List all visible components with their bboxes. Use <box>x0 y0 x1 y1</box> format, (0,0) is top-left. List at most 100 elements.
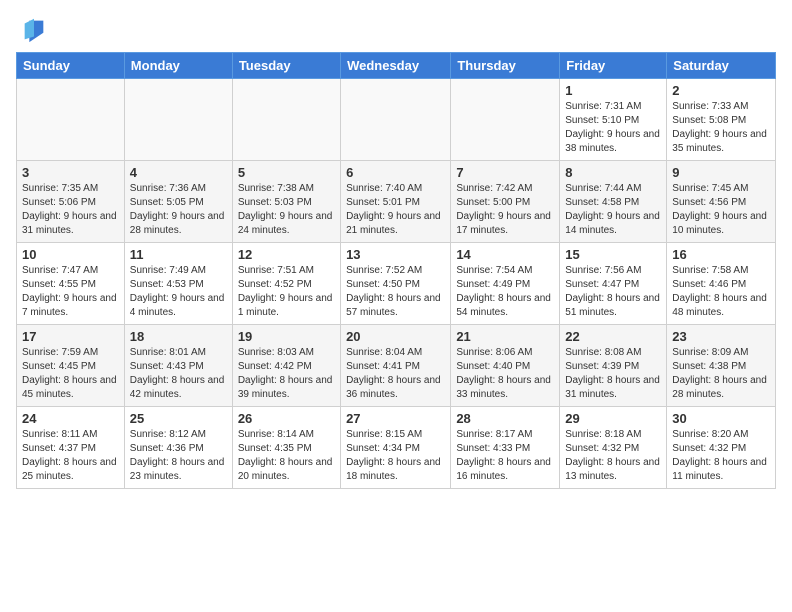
day-info: Sunrise: 8:18 AM Sunset: 4:32 PM Dayligh… <box>565 428 661 484</box>
day-cell: 6 Sunrise: 7:40 AM Sunset: 5:01 PM Daylig… <box>341 161 451 243</box>
day-number: 5 <box>238 165 335 180</box>
day-cell: 12 Sunrise: 7:51 AM Sunset: 4:52 PM Dayli… <box>232 243 340 325</box>
day-info: Sunrise: 7:45 AM Sunset: 4:56 PM Dayligh… <box>672 182 770 238</box>
week-row-5: 24 Sunrise: 8:11 AM Sunset: 4:37 PM Dayli… <box>17 407 776 489</box>
day-info: Sunrise: 8:01 AM Sunset: 4:43 PM Dayligh… <box>130 346 227 402</box>
day-number: 29 <box>565 411 661 426</box>
day-cell <box>232 79 340 161</box>
day-cell: 29 Sunrise: 8:18 AM Sunset: 4:32 PM Dayli… <box>560 407 667 489</box>
day-number: 27 <box>346 411 445 426</box>
day-header-sunday: Sunday <box>17 53 125 79</box>
day-info: Sunrise: 8:14 AM Sunset: 4:35 PM Dayligh… <box>238 428 335 484</box>
day-info: Sunrise: 8:15 AM Sunset: 4:34 PM Dayligh… <box>346 428 445 484</box>
day-cell: 17 Sunrise: 7:59 AM Sunset: 4:45 PM Dayli… <box>17 325 125 407</box>
day-number: 18 <box>130 329 227 344</box>
day-info: Sunrise: 7:54 AM Sunset: 4:49 PM Dayligh… <box>456 264 554 320</box>
day-info: Sunrise: 7:52 AM Sunset: 4:50 PM Dayligh… <box>346 264 445 320</box>
day-number: 22 <box>565 329 661 344</box>
day-info: Sunrise: 8:11 AM Sunset: 4:37 PM Dayligh… <box>22 428 119 484</box>
day-cell: 4 Sunrise: 7:36 AM Sunset: 5:05 PM Daylig… <box>124 161 232 243</box>
day-number: 19 <box>238 329 335 344</box>
day-cell: 23Sunrise: 8:09 AM Sunset: 4:38 PM Dayli… <box>667 325 776 407</box>
day-number: 9 <box>672 165 770 180</box>
day-header-wednesday: Wednesday <box>341 53 451 79</box>
day-number: 10 <box>22 247 119 262</box>
day-info: Sunrise: 7:33 AM Sunset: 5:08 PM Dayligh… <box>672 100 770 156</box>
day-cell <box>17 79 125 161</box>
day-cell: 10 Sunrise: 7:47 AM Sunset: 4:55 PM Dayli… <box>17 243 125 325</box>
day-info: Sunrise: 7:42 AM Sunset: 5:00 PM Dayligh… <box>456 182 554 238</box>
day-number: 30 <box>672 411 770 426</box>
day-number: 15 <box>565 247 661 262</box>
day-cell: 5 Sunrise: 7:38 AM Sunset: 5:03 PM Daylig… <box>232 161 340 243</box>
day-info: Sunrise: 7:51 AM Sunset: 4:52 PM Dayligh… <box>238 264 335 320</box>
day-cell: 18 Sunrise: 8:01 AM Sunset: 4:43 PM Dayli… <box>124 325 232 407</box>
day-info: Sunrise: 8:08 AM Sunset: 4:39 PM Dayligh… <box>565 346 661 402</box>
day-cell: 11 Sunrise: 7:49 AM Sunset: 4:53 PM Dayli… <box>124 243 232 325</box>
day-cell: 16 Sunrise: 7:58 AM Sunset: 4:46 PM Dayli… <box>667 243 776 325</box>
week-row-2: 3Sunrise: 7:35 AM Sunset: 5:06 PM Daylig… <box>17 161 776 243</box>
day-header-tuesday: Tuesday <box>232 53 340 79</box>
day-cell: 14 Sunrise: 7:54 AM Sunset: 4:49 PM Dayli… <box>451 243 560 325</box>
page-header <box>0 0 792 52</box>
day-cell: 24 Sunrise: 8:11 AM Sunset: 4:37 PM Dayli… <box>17 407 125 489</box>
day-number: 8 <box>565 165 661 180</box>
day-number: 14 <box>456 247 554 262</box>
day-cell: 20Sunrise: 8:04 AM Sunset: 4:41 PM Dayli… <box>341 325 451 407</box>
calendar-body: 1Sunrise: 7:31 AM Sunset: 5:10 PM Daylig… <box>17 79 776 489</box>
day-cell: 3Sunrise: 7:35 AM Sunset: 5:06 PM Daylig… <box>17 161 125 243</box>
day-cell <box>451 79 560 161</box>
day-number: 23 <box>672 329 770 344</box>
day-info: Sunrise: 7:36 AM Sunset: 5:05 PM Dayligh… <box>130 182 227 238</box>
day-info: Sunrise: 7:35 AM Sunset: 5:06 PM Dayligh… <box>22 182 119 238</box>
calendar-wrapper: SundayMondayTuesdayWednesdayThursdayFrid… <box>0 52 792 497</box>
day-header-thursday: Thursday <box>451 53 560 79</box>
logo-icon <box>20 16 48 44</box>
day-cell: 28 Sunrise: 8:17 AM Sunset: 4:33 PM Dayli… <box>451 407 560 489</box>
day-info: Sunrise: 7:49 AM Sunset: 4:53 PM Dayligh… <box>130 264 227 320</box>
day-info: Sunrise: 8:03 AM Sunset: 4:42 PM Dayligh… <box>238 346 335 402</box>
day-info: Sunrise: 8:12 AM Sunset: 4:36 PM Dayligh… <box>130 428 227 484</box>
day-cell: 8 Sunrise: 7:44 AM Sunset: 4:58 PM Daylig… <box>560 161 667 243</box>
day-cell: 15Sunrise: 7:56 AM Sunset: 4:47 PM Dayli… <box>560 243 667 325</box>
day-info: Sunrise: 8:06 AM Sunset: 4:40 PM Dayligh… <box>456 346 554 402</box>
day-number: 28 <box>456 411 554 426</box>
day-info: Sunrise: 7:47 AM Sunset: 4:55 PM Dayligh… <box>22 264 119 320</box>
day-number: 21 <box>456 329 554 344</box>
calendar-header: SundayMondayTuesdayWednesdayThursdayFrid… <box>17 53 776 79</box>
day-cell: 25Sunrise: 8:12 AM Sunset: 4:36 PM Dayli… <box>124 407 232 489</box>
day-cell: 2Sunrise: 7:33 AM Sunset: 5:08 PM Daylig… <box>667 79 776 161</box>
day-info: Sunrise: 7:31 AM Sunset: 5:10 PM Dayligh… <box>565 100 661 156</box>
day-number: 6 <box>346 165 445 180</box>
days-of-week-row: SundayMondayTuesdayWednesdayThursdayFrid… <box>17 53 776 79</box>
day-header-monday: Monday <box>124 53 232 79</box>
day-cell: 30 Sunrise: 8:20 AM Sunset: 4:32 PM Dayli… <box>667 407 776 489</box>
day-cell <box>124 79 232 161</box>
day-number: 17 <box>22 329 119 344</box>
day-cell: 7Sunrise: 7:42 AM Sunset: 5:00 PM Daylig… <box>451 161 560 243</box>
day-info: Sunrise: 8:04 AM Sunset: 4:41 PM Dayligh… <box>346 346 445 402</box>
week-row-1: 1Sunrise: 7:31 AM Sunset: 5:10 PM Daylig… <box>17 79 776 161</box>
day-cell: 1Sunrise: 7:31 AM Sunset: 5:10 PM Daylig… <box>560 79 667 161</box>
day-header-friday: Friday <box>560 53 667 79</box>
day-info: Sunrise: 8:20 AM Sunset: 4:32 PM Dayligh… <box>672 428 770 484</box>
day-info: Sunrise: 7:58 AM Sunset: 4:46 PM Dayligh… <box>672 264 770 320</box>
day-info: Sunrise: 7:40 AM Sunset: 5:01 PM Dayligh… <box>346 182 445 238</box>
day-number: 11 <box>130 247 227 262</box>
day-cell: 9 Sunrise: 7:45 AM Sunset: 4:56 PM Daylig… <box>667 161 776 243</box>
day-cell: 21 Sunrise: 8:06 AM Sunset: 4:40 PM Dayli… <box>451 325 560 407</box>
day-cell: 19 Sunrise: 8:03 AM Sunset: 4:42 PM Dayli… <box>232 325 340 407</box>
day-number: 12 <box>238 247 335 262</box>
day-info: Sunrise: 7:59 AM Sunset: 4:45 PM Dayligh… <box>22 346 119 402</box>
calendar-table: SundayMondayTuesdayWednesdayThursdayFrid… <box>16 52 776 489</box>
day-info: Sunrise: 8:17 AM Sunset: 4:33 PM Dayligh… <box>456 428 554 484</box>
day-number: 4 <box>130 165 227 180</box>
day-header-saturday: Saturday <box>667 53 776 79</box>
day-info: Sunrise: 7:44 AM Sunset: 4:58 PM Dayligh… <box>565 182 661 238</box>
week-row-3: 10 Sunrise: 7:47 AM Sunset: 4:55 PM Dayli… <box>17 243 776 325</box>
day-info: Sunrise: 7:38 AM Sunset: 5:03 PM Dayligh… <box>238 182 335 238</box>
day-cell: 13Sunrise: 7:52 AM Sunset: 4:50 PM Dayli… <box>341 243 451 325</box>
day-number: 24 <box>22 411 119 426</box>
day-number: 16 <box>672 247 770 262</box>
day-cell: 22 Sunrise: 8:08 AM Sunset: 4:39 PM Dayli… <box>560 325 667 407</box>
